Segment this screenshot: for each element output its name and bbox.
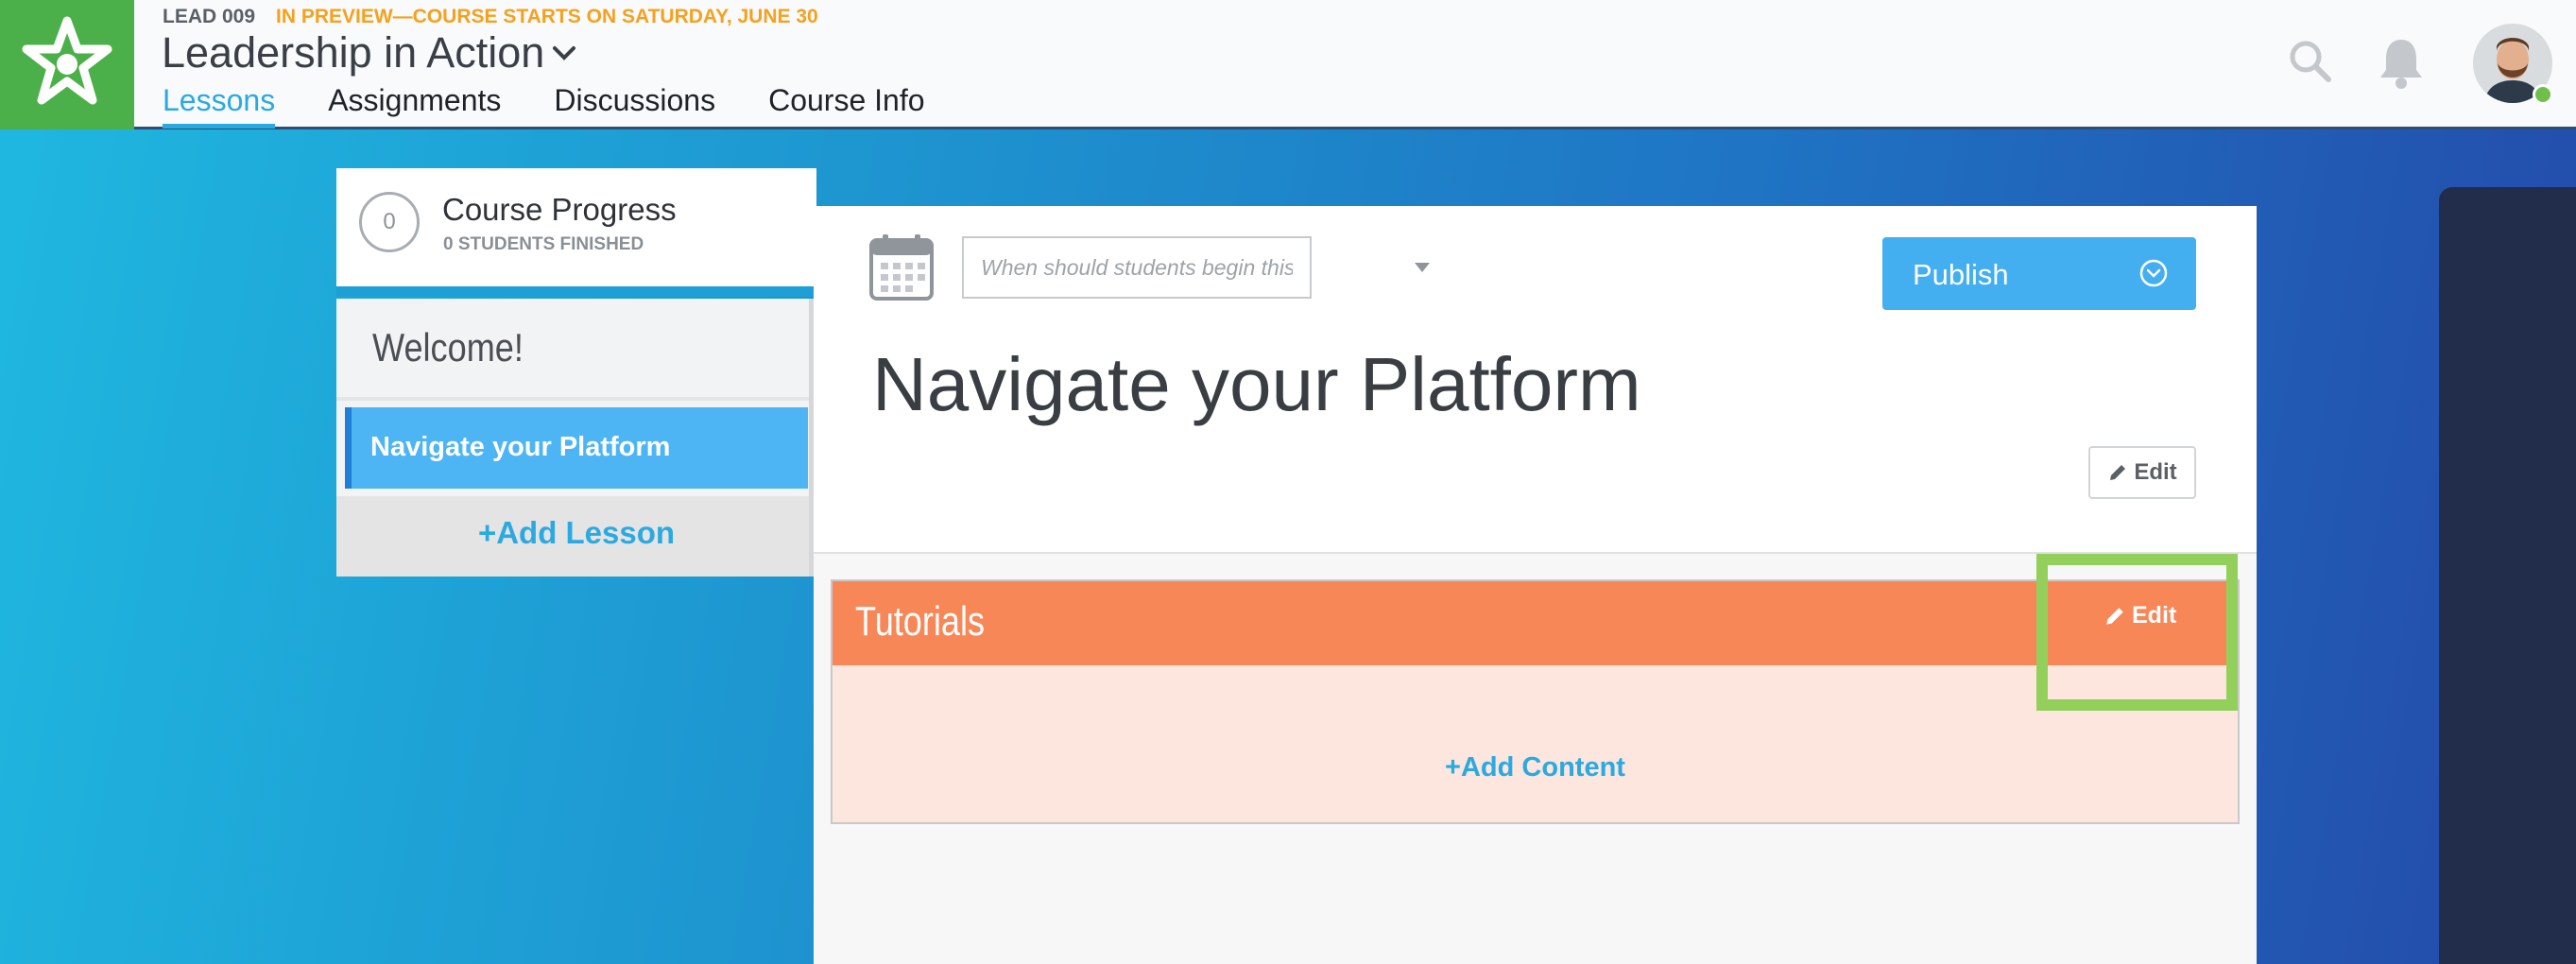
search-button[interactable] (2287, 38, 2334, 85)
course-code: LEAD 009 (163, 6, 256, 27)
edit-lesson-button[interactable]: Edit (2088, 446, 2196, 499)
online-status-indicator (2533, 84, 2553, 105)
pencil-icon (2110, 465, 2126, 480)
add-lesson-button[interactable]: +Add Lesson (336, 515, 816, 551)
tab-course-info[interactable]: Course Info (768, 83, 924, 129)
section-title[interactable]: Welcome! (372, 325, 524, 370)
progress-subtitle: 0 STUDENTS FINISHED (443, 234, 644, 254)
section-divider (336, 397, 816, 401)
chevron-down-circle-icon (2139, 259, 2168, 287)
lesson-item-label: Navigate your Platform (370, 432, 671, 462)
progress-title: Course Progress (442, 192, 677, 227)
bell-icon (2380, 40, 2422, 89)
lesson-list-panel: Welcome! Navigate your Platform +Add Les… (336, 299, 816, 577)
preview-notice: IN PREVIEW—COURSE STARTS ON SATURDAY, JU… (276, 6, 818, 27)
chevron-down-icon (553, 46, 576, 60)
course-title: Leadership in Action (162, 28, 545, 77)
calendar-icon[interactable] (869, 234, 934, 301)
section-name: Tutorials (855, 598, 986, 645)
section-header: Tutorials Edit (833, 581, 2238, 665)
tab-discussions[interactable]: Discussions (554, 83, 715, 129)
edit-label: Edit (2134, 459, 2177, 485)
course-switcher[interactable]: Leadership in Action (162, 28, 576, 77)
search-icon (2290, 41, 2331, 82)
caret-down-icon[interactable] (1415, 263, 1430, 272)
tab-assignments[interactable]: Assignments (328, 83, 501, 129)
course-progress-card[interactable]: 0 Course Progress 0 STUDENTS FINISHED (336, 168, 816, 297)
course-tabs: Lessons Assignments Discussions Course I… (163, 83, 978, 129)
add-lesson-area: +Add Lesson (336, 496, 816, 577)
top-header: LEAD 009 IN PREVIEW—COURSE STARTS ON SAT… (0, 0, 2576, 129)
app-logo[interactable] (0, 0, 134, 129)
lesson-item[interactable]: Navigate your Platform (345, 407, 808, 489)
progress-count: 0 (359, 192, 420, 252)
asterisk-logo-icon (22, 16, 112, 104)
content-section: Tutorials Edit +Add Content (831, 579, 2240, 824)
add-content-button[interactable]: +Add Content (833, 752, 2238, 783)
lesson-header: Publish Navigate your Platform Edit (814, 206, 2257, 554)
side-drawer (2439, 187, 2576, 964)
lesson-title: Navigate your Platform (872, 342, 1641, 426)
highlight-box (2036, 554, 2238, 711)
tab-lessons[interactable]: Lessons (163, 83, 276, 129)
publish-button[interactable]: Publish (1882, 237, 2196, 310)
notifications-button[interactable] (2377, 36, 2426, 89)
publish-label: Publish (1913, 258, 2009, 291)
start-date-input[interactable] (962, 236, 1312, 299)
